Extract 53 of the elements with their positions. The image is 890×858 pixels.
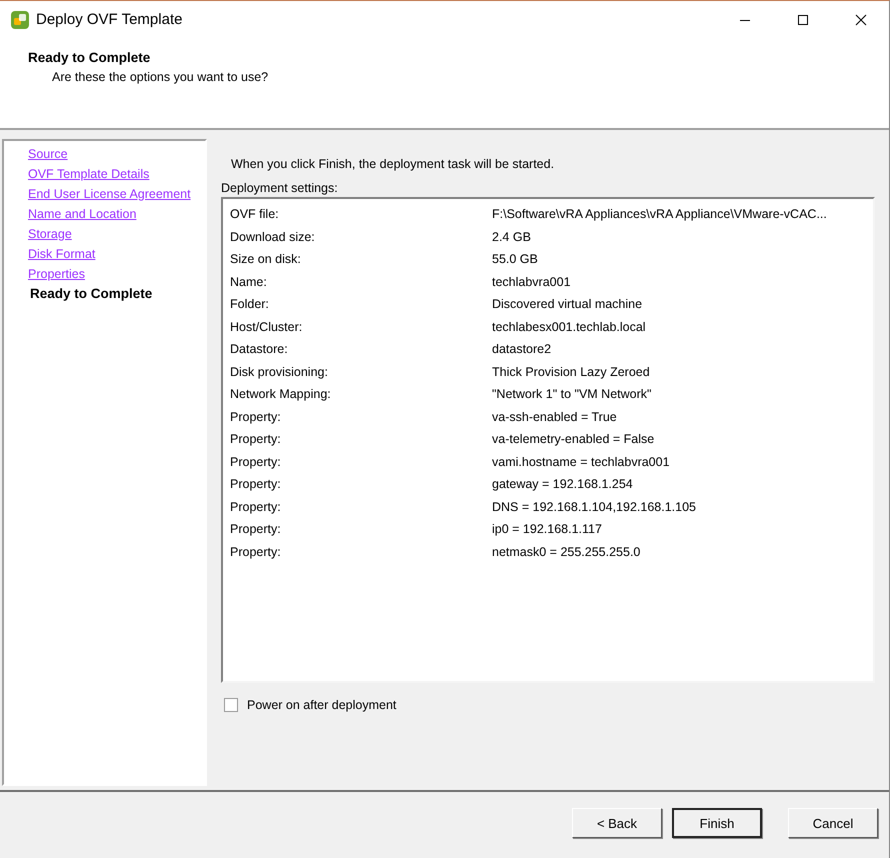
setting-name: Property: (230, 432, 282, 446)
settings-label: Deployment settings: (221, 181, 339, 195)
setting-name: Property: (230, 454, 282, 469)
setting-name: Property: (230, 500, 282, 514)
setting-value: ip0 = 192.168.1.117 (492, 522, 602, 536)
setting-name: Property: (230, 477, 282, 492)
step-link[interactable]: End User License Agreement (28, 184, 205, 204)
setting-value: DNS = 192.168.1.104,192.168.1.105 (492, 500, 696, 514)
setting-name: Download size: (230, 230, 316, 244)
maximize-icon[interactable] (797, 14, 809, 26)
setting-value: "Network 1" to "VM Network" (492, 387, 652, 402)
setting-name: OVF file: (230, 207, 280, 222)
page-subtitle: Are these the options you want to use? (51, 69, 270, 84)
setting-value: Discovered virtual machine (492, 297, 642, 312)
window-title: Deploy OVF Template (36, 11, 182, 28)
checkbox[interactable] (224, 698, 238, 712)
setting-name: Network Mapping: (230, 387, 332, 402)
setting-value: va-ssh-enabled = True (492, 410, 617, 424)
step-link[interactable]: Name and Location (28, 204, 205, 224)
setting-value: 2.4 GB (492, 230, 531, 244)
step-link[interactable]: Properties (28, 264, 205, 284)
setting-name: Property: (230, 544, 282, 559)
setting-value: datastore2 (492, 342, 552, 356)
step-link[interactable]: Source (28, 144, 205, 164)
setting-value: techlabvra001 (492, 274, 571, 289)
step-link[interactable]: Storage (28, 224, 205, 244)
setting-value: 55.0 GB (492, 252, 538, 266)
checkbox-label: Power on after deployment (247, 698, 396, 712)
dialog-button[interactable]: Cancel (788, 808, 878, 838)
setting-value: Thick Provision Lazy Zeroed (492, 364, 650, 379)
setting-name: Size on disk: (230, 252, 302, 266)
setting-value: F:\Software\vRA Appliances\vRA Appliance\VMware-vCAC... (492, 207, 827, 222)
setting-value: netmask0 = 255.255.255.0 (492, 544, 640, 559)
setting-name: Name: (230, 274, 268, 289)
dialog-button[interactable]: < Back (572, 808, 662, 838)
setting-name: Property: (230, 522, 282, 536)
step-link[interactable]: Disk Format (28, 244, 205, 264)
app-logo-icon (10, 10, 30, 30)
setting-value: techlabesx001.techlab.local (492, 320, 646, 334)
step-link[interactable]: OVF Template Details (28, 164, 205, 184)
setting-name: Folder: (230, 297, 270, 312)
setting-name: Datastore: (230, 342, 289, 356)
dialog-button[interactable]: Finish (672, 808, 762, 838)
step-link[interactable]: Ready to Complete (28, 284, 205, 304)
setting-value: gateway = 192.168.1.254 (492, 477, 633, 492)
setting-name: Host/Cluster: (230, 320, 304, 334)
page-title: Ready to Complete (28, 50, 152, 65)
setting-name: Disk provisioning: (230, 364, 329, 379)
close-icon[interactable] (855, 14, 867, 26)
setting-value: va-telemetry-enabled = False (492, 432, 654, 446)
setting-value: vami.hostname = techlabvra001 (492, 454, 670, 469)
setting-name: Property: (230, 410, 282, 424)
intro-text: When you click Finish, the deployment task will be started. (230, 157, 556, 171)
